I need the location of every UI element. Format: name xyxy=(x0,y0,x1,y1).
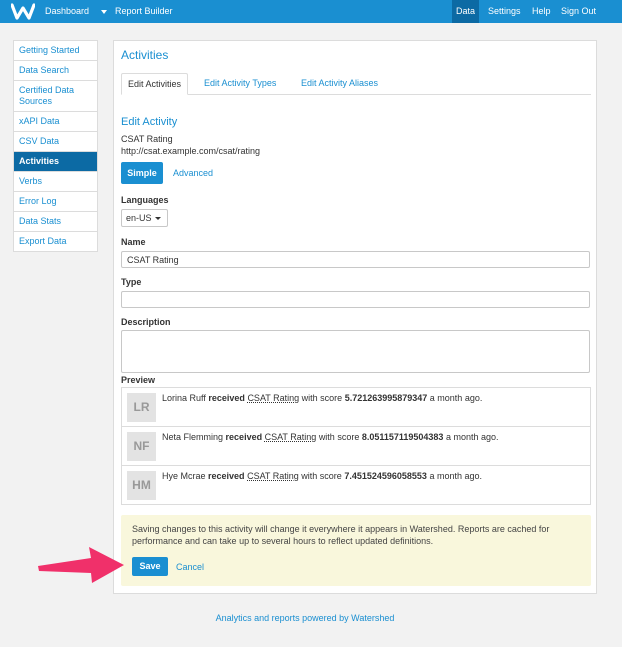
footer-text[interactable]: Analytics and reports powered by Watersh… xyxy=(0,613,610,623)
simple-mode-button[interactable]: Simple xyxy=(121,162,163,184)
preview-statement: Hye Mcrae received CSAT Rating with scor… xyxy=(162,471,482,481)
activity-url: http://csat.example.com/csat/rating xyxy=(121,146,261,156)
type-label: Type xyxy=(121,277,142,287)
tab-edit-activity-aliases[interactable]: Edit Activity Aliases xyxy=(301,73,378,95)
sidebar-item-error-log[interactable]: Error Log xyxy=(14,192,97,212)
tab-edit-activity-types[interactable]: Edit Activity Types xyxy=(204,73,276,95)
sidebar-item-data-stats[interactable]: Data Stats xyxy=(14,212,97,232)
preview-actor: Lorina Ruff xyxy=(162,393,206,403)
section-title: Edit Activity xyxy=(121,116,178,128)
cancel-link[interactable]: Cancel xyxy=(176,562,204,572)
preview-mid: with score xyxy=(301,393,343,403)
preview-statement: Lorina Ruff received CSAT Rating with sc… xyxy=(162,393,482,403)
preview-statement: Neta Flemming received CSAT Rating with … xyxy=(162,432,499,442)
preview-label: Preview xyxy=(121,375,156,385)
advanced-mode-link[interactable]: Advanced xyxy=(173,168,213,178)
sidebar-item-xapi-data[interactable]: xAPI Data xyxy=(14,112,97,132)
preview-activity: CSAT Rating xyxy=(247,471,299,481)
languages-label: Languages xyxy=(121,195,169,205)
notice-text: Saving changes to this activity will cha… xyxy=(132,524,550,546)
sidebar: Getting Started Data Search Certified Da… xyxy=(13,40,98,252)
nav-data[interactable]: Data xyxy=(452,0,480,23)
name-label: Name xyxy=(121,237,146,247)
page-title: Activities xyxy=(121,48,169,62)
name-input[interactable] xyxy=(121,251,590,268)
preview-time: a month ago. xyxy=(429,393,483,403)
nav-dashboard[interactable]: Dashboard xyxy=(45,0,89,23)
language-select[interactable]: en-US xyxy=(121,209,168,227)
preview-list: LR Lorina Ruff received CSAT Rating with… xyxy=(121,387,591,505)
save-button[interactable]: Save xyxy=(132,557,168,576)
sidebar-item-export-data[interactable]: Export Data xyxy=(14,232,97,251)
nav-report-builder[interactable]: Report Builder xyxy=(115,0,173,23)
preview-score: 8.051157119504383 xyxy=(361,432,444,442)
description-label: Description xyxy=(121,317,171,327)
preview-verb: received xyxy=(208,471,245,481)
preview-score: 5.721263995879347 xyxy=(344,393,428,403)
preview-score: 7.451524596058553 xyxy=(344,471,427,481)
preview-mid: with score xyxy=(301,471,342,481)
preview-time: a month ago. xyxy=(445,432,499,442)
nav-sign-out[interactable]: Sign Out xyxy=(557,0,600,23)
type-input[interactable] xyxy=(121,291,590,308)
preview-row: NF Neta Flemming received CSAT Rating wi… xyxy=(122,427,590,466)
language-select-value: en-US xyxy=(126,213,152,223)
arrow-annotation-icon xyxy=(38,547,124,583)
preview-time: a month ago. xyxy=(429,471,482,481)
preview-row: HM Hye Mcrae received CSAT Rating with s… xyxy=(122,466,590,505)
preview-row: LR Lorina Ruff received CSAT Rating with… xyxy=(122,388,590,427)
activity-name: CSAT Rating xyxy=(121,134,173,144)
nav-help[interactable]: Help xyxy=(528,0,555,23)
preview-verb: received xyxy=(208,393,245,403)
sidebar-item-activities[interactable]: Activities xyxy=(14,152,97,172)
preview-activity: CSAT Rating xyxy=(264,432,317,442)
tab-edit-activities[interactable]: Edit Activities xyxy=(121,73,189,95)
sidebar-item-getting-started[interactable]: Getting Started xyxy=(14,41,97,61)
avatar: LR xyxy=(127,393,156,422)
description-textarea[interactable] xyxy=(121,330,590,373)
tab-bar: Edit Activities Edit Activity Types Edit… xyxy=(121,73,591,95)
main-panel: Activities Edit Activities Edit Activity… xyxy=(113,40,597,594)
sidebar-item-certified-data-sources[interactable]: Certified Data Sources xyxy=(14,81,97,112)
dashboard-dropdown-icon[interactable] xyxy=(101,10,107,14)
preview-actor: Neta Flemming xyxy=(162,432,224,442)
sidebar-item-verbs[interactable]: Verbs xyxy=(14,172,97,192)
save-notice: Saving changes to this activity will cha… xyxy=(121,515,591,586)
preview-verb: received xyxy=(225,432,263,442)
avatar: NF xyxy=(127,432,156,461)
top-navbar: Dashboard Report Builder Data Settings H… xyxy=(0,0,622,23)
preview-activity: CSAT Rating xyxy=(247,393,300,403)
avatar: HM xyxy=(127,471,156,500)
nav-settings[interactable]: Settings xyxy=(484,0,525,23)
chevron-down-icon xyxy=(154,217,161,221)
watershed-logo-icon[interactable] xyxy=(11,3,35,20)
preview-mid: with score xyxy=(318,432,360,442)
sidebar-item-csv-data[interactable]: CSV Data xyxy=(14,132,97,152)
sidebar-item-data-search[interactable]: Data Search xyxy=(14,61,97,81)
preview-actor: Hye Mcrae xyxy=(162,471,206,481)
